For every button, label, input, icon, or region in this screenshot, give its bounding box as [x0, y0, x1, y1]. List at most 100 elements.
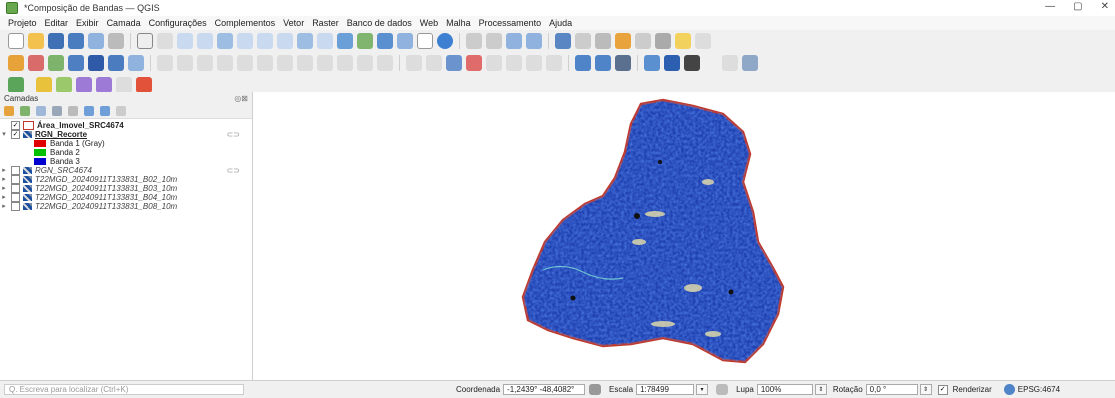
collapse-arrow-icon[interactable]: ▾	[0, 130, 8, 139]
layout-manager-icon[interactable]	[108, 33, 124, 49]
layer-checkbox[interactable]	[11, 193, 20, 202]
menu-complementos[interactable]: Complementos	[215, 18, 276, 28]
temporal-icon[interactable]	[417, 33, 433, 49]
plugin-purple-icon[interactable]	[76, 77, 92, 93]
map-tips-icon[interactable]	[675, 33, 691, 49]
zoom-last-icon[interactable]	[297, 33, 313, 49]
select-icon[interactable]	[486, 33, 502, 49]
zoom-next-icon[interactable]	[317, 33, 333, 49]
menu-camada[interactable]: Camada	[107, 18, 141, 28]
filter-expression-icon[interactable]	[68, 106, 78, 116]
gps-icon[interactable]	[575, 55, 591, 71]
menu-raster[interactable]: Raster	[312, 18, 339, 28]
undo-icon[interactable]	[357, 55, 373, 71]
lock-scale-icon[interactable]	[716, 384, 729, 395]
menu-web[interactable]: Web	[420, 18, 438, 28]
copy-features-icon[interactable]	[317, 55, 333, 71]
cut-features-icon[interactable]	[297, 55, 313, 71]
crs-label[interactable]: EPSG:4674	[1018, 385, 1060, 394]
scale-field[interactable]: 1:78499	[636, 384, 695, 395]
plugin-icon[interactable]	[615, 55, 631, 71]
vertex-tool-icon[interactable]	[237, 55, 253, 71]
new-virtual-layer-icon[interactable]	[108, 55, 124, 71]
close-button[interactable]: ✕	[1101, 1, 1109, 12]
new-3d-map-icon[interactable]	[357, 33, 373, 49]
panel-dock-buttons[interactable]: ◎⊠	[234, 94, 248, 103]
new-geopackage-icon[interactable]	[48, 55, 64, 71]
map-canvas[interactable]	[253, 92, 1115, 380]
menu-projeto[interactable]: Projeto	[8, 18, 37, 28]
new-temp-layer-icon[interactable]	[88, 55, 104, 71]
highlight-label-icon[interactable]	[466, 55, 482, 71]
text-annotation-icon[interactable]	[695, 33, 711, 49]
indicator-icon[interactable]: ⊂⊃	[227, 130, 240, 139]
change-label-icon[interactable]	[526, 55, 542, 71]
expand-all-icon[interactable]	[84, 106, 94, 116]
menu-editar[interactable]: Editar	[45, 18, 69, 28]
delete-selected-icon[interactable]	[277, 55, 293, 71]
plugin-fire-icon[interactable]	[136, 77, 152, 93]
menu-vetor[interactable]: Vetor	[283, 18, 304, 28]
deselect-icon[interactable]	[526, 33, 542, 49]
paste-features-icon[interactable]	[337, 55, 353, 71]
minimize-button[interactable]: —	[1045, 1, 1055, 12]
crs-globe-icon[interactable]	[1003, 384, 1015, 395]
move-label-icon[interactable]	[486, 55, 502, 71]
refresh-icon[interactable]	[437, 33, 453, 49]
layer-checkbox[interactable]: ✓	[11, 121, 20, 130]
expand-arrow-icon[interactable]: ▸	[0, 193, 8, 202]
label-toolbar-icon[interactable]	[406, 55, 422, 71]
zoom-native-icon[interactable]	[277, 33, 293, 49]
new-mesh-layer-icon[interactable]	[128, 55, 144, 71]
rotation-spin-icon[interactable]: ⇕	[919, 384, 932, 395]
expand-arrow-icon[interactable]: ▸	[0, 166, 8, 175]
identify-features-icon[interactable]	[555, 33, 571, 49]
new-project-icon[interactable]	[8, 33, 24, 49]
layer-row[interactable]: ▸ T22MGD_20240911T133831_B02_10m	[0, 175, 252, 184]
filter-legend-icon[interactable]	[52, 106, 62, 116]
pan-to-selection-icon[interactable]	[157, 33, 173, 49]
layer-checkbox[interactable]	[11, 184, 20, 193]
menu-malha[interactable]: Malha	[446, 18, 471, 28]
identify-icon[interactable]	[466, 33, 482, 49]
data-source-manager-icon[interactable]	[8, 55, 24, 71]
layer-row[interactable]: ▸ T22MGD_20240911T133831_B03_10m	[0, 184, 252, 193]
help-icon[interactable]	[742, 55, 758, 71]
digitize-line-icon[interactable]	[217, 55, 233, 71]
remove-layer-icon[interactable]	[116, 106, 126, 116]
collapse-all-icon[interactable]	[100, 106, 110, 116]
label-abc-icon[interactable]	[446, 55, 462, 71]
save-edits-icon[interactable]	[197, 55, 213, 71]
layer-checkbox[interactable]	[11, 166, 20, 175]
print-layout-icon[interactable]	[88, 33, 104, 49]
coordinates-icon[interactable]	[56, 77, 72, 93]
open-styling-icon[interactable]	[4, 106, 14, 116]
save-as-icon[interactable]	[68, 33, 84, 49]
show-hide-labels-icon[interactable]	[546, 55, 562, 71]
zoom-full-icon[interactable]	[217, 33, 233, 49]
plugin-cloud-icon[interactable]	[8, 77, 24, 93]
like-icon[interactable]	[116, 77, 132, 93]
new-map-view-icon[interactable]	[337, 33, 353, 49]
layer-checkbox[interactable]: ✓	[11, 130, 20, 139]
menu-configuracoes[interactable]: Configurações	[149, 18, 207, 28]
rotate-label-icon[interactable]	[506, 55, 522, 71]
locator-search-input[interactable]: Q. Escreva para localizar (Ctrl+K)	[4, 384, 244, 395]
statistics-icon[interactable]	[635, 33, 651, 49]
restore-button[interactable]: ▢	[1073, 1, 1082, 12]
sum-icon[interactable]	[615, 33, 631, 49]
pan-icon[interactable]	[137, 33, 153, 49]
extents-toggle-icon[interactable]	[589, 384, 602, 395]
magnifier-field[interactable]: 100%	[756, 384, 813, 395]
processing-icon[interactable]	[664, 55, 680, 71]
open-project-icon[interactable]	[28, 33, 44, 49]
expand-arrow-icon[interactable]: ▸	[0, 202, 8, 211]
redo-icon[interactable]	[377, 55, 393, 71]
zoom-selection-icon[interactable]	[237, 33, 253, 49]
layer-checkbox[interactable]	[11, 175, 20, 184]
expand-arrow-icon[interactable]: ▸	[0, 184, 8, 193]
binoculars-icon[interactable]	[684, 55, 700, 71]
python-console-icon[interactable]	[644, 55, 660, 71]
zoom-layer-icon[interactable]	[257, 33, 273, 49]
render-checkbox[interactable]: ✓	[937, 384, 948, 395]
